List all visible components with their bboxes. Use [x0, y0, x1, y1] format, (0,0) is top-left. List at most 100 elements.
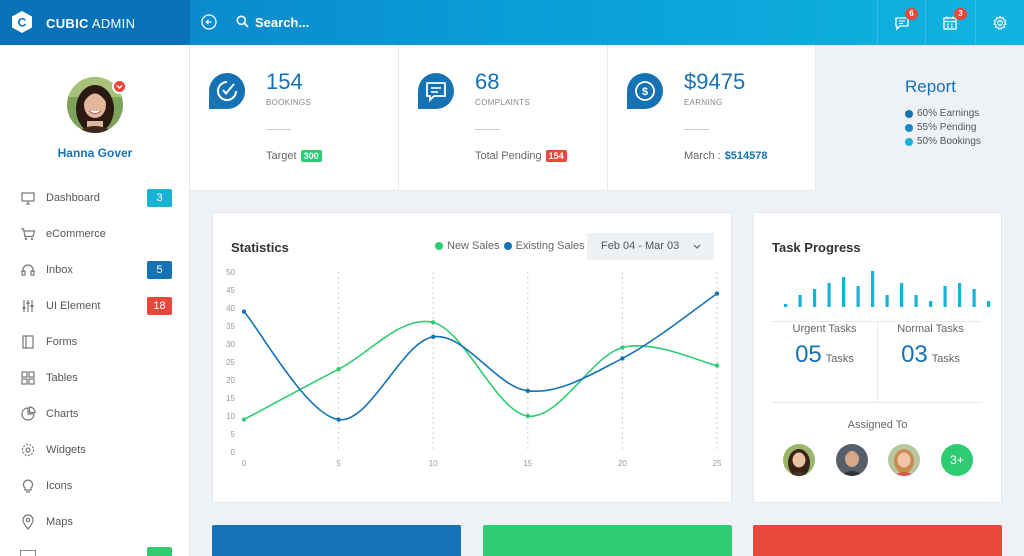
sidebar-item-widgets[interactable]: Widgets — [0, 435, 190, 465]
report-panel: Report 60% Earnings 55% Pending 50% Book… — [816, 45, 1024, 191]
assignee-avatar[interactable] — [783, 444, 815, 476]
assignee-avatar[interactable] — [836, 444, 868, 476]
data-point-existing-sales — [241, 309, 247, 314]
task-bar — [813, 289, 817, 307]
task-bar — [987, 301, 991, 307]
monitor-icon — [21, 192, 35, 205]
data-point-existing-sales — [431, 334, 436, 339]
data-point-existing-sales — [336, 417, 341, 422]
gear-icon — [21, 443, 35, 457]
task-bar — [842, 277, 846, 307]
pie-chart-icon — [21, 406, 36, 421]
target-badge: 300 — [300, 150, 322, 162]
y-tick-label: 5 — [231, 430, 236, 439]
search-input[interactable] — [255, 12, 555, 32]
sidebar-badge: 18 — [147, 297, 172, 315]
divider — [772, 402, 982, 403]
task-bar — [798, 295, 802, 307]
avatar-dropdown-button[interactable] — [112, 79, 127, 94]
y-tick-label: 45 — [226, 286, 235, 295]
sidebar-item-label: eCommerce — [46, 228, 106, 240]
y-tick-label: 0 — [231, 448, 236, 457]
statistics-line-chart: 0 5 10 15 20 25 30 35 40 45 50 0 5 10 15 20 25 — [226, 268, 722, 468]
lightbulb-icon — [22, 479, 34, 493]
data-point-new-sales — [336, 367, 341, 372]
brand[interactable]: C CUBIC ADMIN — [0, 0, 190, 45]
data-point-existing-sales — [714, 291, 720, 296]
sidebar-item-icons[interactable]: Icons — [0, 471, 190, 501]
svg-text:$: $ — [642, 86, 648, 98]
data-point-new-sales — [431, 320, 436, 325]
task-progress-bar-chart — [784, 271, 991, 307]
bottom-card-red — [753, 525, 1002, 556]
sidebar-item-maps[interactable]: Maps — [0, 507, 190, 537]
sidebar-item-label: Maps — [46, 516, 73, 528]
sidebar-item-label: UI Element — [46, 300, 101, 312]
normal-tasks: Normal Tasks 03 Tasks — [878, 323, 983, 369]
task-bar — [827, 283, 831, 307]
y-tick-label: 10 — [226, 412, 235, 421]
earning-value: $9475 — [684, 69, 746, 94]
y-tick-label: 20 — [226, 376, 235, 385]
y-tick-label: 50 — [226, 268, 235, 277]
more-assignees-button[interactable]: 3+ — [941, 444, 973, 476]
user-name[interactable]: Hanna Gover — [0, 146, 190, 160]
earning-label: EARNING — [684, 98, 723, 107]
divider — [684, 129, 709, 130]
y-tick-label: 35 — [226, 322, 235, 331]
sidebar-badge: 3 — [147, 189, 172, 207]
gear-icon — [992, 15, 1007, 30]
calendar-count-badge: 3 — [954, 8, 967, 20]
cubic-logo-icon: C — [12, 11, 32, 33]
top-bar: C CUBIC ADMIN 6 3 — [0, 0, 1024, 45]
complaints-pending: Total Pending 154 — [475, 150, 567, 162]
headset-icon — [21, 264, 35, 276]
messages-button[interactable]: 6 — [877, 0, 925, 45]
y-tick-label: 40 — [226, 304, 235, 313]
urgent-tasks-label: Urgent Tasks — [792, 323, 857, 335]
sidebar-item-label: Tables — [46, 372, 78, 384]
x-tick-label: 20 — [618, 459, 627, 468]
bottom-card-blue — [212, 525, 461, 556]
map-pin-icon — [22, 514, 34, 530]
stat-card-complaints: 68 COMPLAINTS Total Pending 154 — [399, 45, 608, 191]
svg-text:C: C — [18, 16, 27, 30]
brand-name: CUBIC ADMIN — [46, 16, 136, 31]
sidebar-item-tables[interactable]: Tables — [0, 363, 190, 393]
data-point-new-sales — [620, 345, 625, 350]
settings-button[interactable] — [975, 0, 1023, 45]
report-legend-pending: 55% Pending — [905, 122, 977, 133]
assignee-avatar[interactable] — [888, 444, 920, 476]
data-point-new-sales — [241, 417, 247, 422]
y-tick-label: 15 — [226, 394, 235, 403]
divider — [266, 129, 291, 130]
messages-count-badge: 6 — [905, 8, 918, 20]
sidebar-item-inbox[interactable]: Inbox 5 — [0, 255, 190, 285]
x-tick-label: 10 — [429, 459, 438, 468]
bookings-value: 154 — [266, 69, 303, 94]
arrow-left-circle-icon[interactable] — [201, 14, 217, 30]
calendar-button[interactable]: 3 — [925, 0, 973, 45]
data-point-new-sales — [525, 413, 530, 419]
task-bar — [929, 301, 933, 307]
sidebar-item-charts[interactable]: Charts — [0, 399, 190, 429]
x-tick-label: 25 — [713, 459, 722, 468]
earning-march: March : $514578 — [684, 150, 768, 162]
statistics-card: Statistics New Sales Existing Sales Feb … — [212, 212, 732, 503]
sidebar-item-ui-element[interactable]: UI Element 18 — [0, 291, 190, 321]
task-progress-title: Task Progress — [772, 240, 861, 255]
sidebar-item-dashboard[interactable]: Dashboard 3 — [0, 183, 190, 213]
dollar-icon: $ — [627, 73, 663, 109]
task-bar — [871, 271, 875, 307]
report-legend-earnings: 60% Earnings — [905, 108, 979, 119]
form-icon — [22, 335, 34, 349]
report-legend-bookings: 50% Bookings — [905, 136, 981, 147]
urgent-tasks-value: 05 — [795, 341, 822, 368]
data-point-existing-sales — [620, 356, 625, 361]
search-icon — [236, 15, 249, 28]
task-bar — [914, 295, 918, 307]
stat-card-bookings: 154 BOOKINGS Target 300 — [190, 45, 399, 191]
sidebar-item-label: Dashboard — [46, 192, 100, 204]
sidebar-item-forms[interactable]: Forms — [0, 327, 190, 357]
sidebar-item-ecommerce[interactable]: eCommerce — [0, 219, 190, 249]
